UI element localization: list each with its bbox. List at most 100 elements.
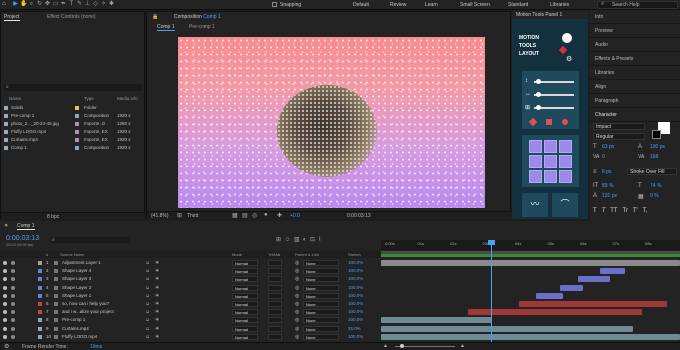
shy-switch-icon[interactable]: ☺ [145, 316, 150, 324]
blend-mode-select[interactable]: Normal [232, 309, 258, 316]
time-ruler[interactable]: 0:00s 01s 02s 03s 04s 05s 06s 07s 08s [381, 240, 680, 250]
collapse-switch-icon[interactable]: ✳ [155, 300, 159, 308]
audio-icon[interactable] [11, 310, 15, 315]
diamond-button[interactable] [528, 117, 538, 127]
stretch-value[interactable]: 100.0% [348, 292, 363, 300]
region-icon[interactable]: ▦ [232, 212, 238, 219]
slider-3-knob[interactable] [536, 105, 541, 110]
project-item[interactable]: Solids Folder [1, 104, 144, 112]
layer-label-swatch[interactable] [38, 326, 42, 331]
collapse-switch-icon[interactable]: ✳ [155, 316, 159, 324]
layer-duration-bar[interactable] [519, 301, 667, 307]
collapse-switch-icon[interactable]: ✳ [155, 259, 159, 267]
collapse-switch-icon[interactable]: ✳ [155, 284, 159, 292]
label-swatch[interactable] [75, 146, 79, 150]
stretch-value[interactable]: 100.0% [348, 259, 363, 267]
collapse-switch-icon[interactable]: ✳ [155, 333, 159, 341]
pan-tool-icon[interactable]: ✥ [44, 1, 51, 8]
parent-select[interactable]: None [303, 268, 339, 275]
layer-row[interactable]: 1 Adjustment Layer 1 ☺ ✳ Normal ◎ None 1… [0, 259, 380, 267]
panel-libraries[interactable]: Libraries [590, 66, 680, 80]
brush-tool-icon[interactable]: ✎ [76, 1, 83, 8]
label-swatch[interactable] [75, 106, 79, 110]
wave-button[interactable]: 〰 [522, 193, 548, 217]
collapse-switch-icon[interactable]: ✳ [155, 325, 159, 333]
zoom-out-icon[interactable]: ▲ [383, 343, 388, 349]
layer-row[interactable]: 6 so, how can i help you? ☺ ✳ Normal ◎ N… [0, 300, 380, 308]
anchor-middle-left[interactable] [529, 155, 542, 168]
layer-label-swatch[interactable] [38, 293, 42, 298]
timeline-timecode[interactable]: 0:00:03:13 [6, 235, 39, 242]
chart-icon[interactable]: ⌇ [318, 237, 321, 243]
visibility-eye-icon[interactable] [3, 326, 7, 331]
anchor-top-center[interactable] [544, 140, 557, 153]
blend-mode-select[interactable]: Normal [232, 325, 258, 332]
layer-name[interactable]: Adjustment Layer 1 [62, 259, 101, 267]
tracking-value[interactable]: 168 [650, 154, 658, 160]
blend-mode-select[interactable]: Normal [232, 317, 258, 324]
vertical-scale-value[interactable]: 89 % [602, 183, 613, 189]
trkmat-select[interactable] [268, 268, 282, 275]
col-number[interactable]: # [46, 251, 48, 258]
superscript-button[interactable]: T' [633, 208, 638, 214]
layer-duration-bar[interactable] [600, 268, 625, 275]
layer-row[interactable]: 9 Curtains.mp4 ☺ ✳ Normal ◎ None 25.0% [0, 325, 380, 333]
parent-select[interactable]: None [303, 333, 339, 340]
collapse-switch-icon[interactable]: ✳ [155, 267, 159, 275]
anchor-center[interactable] [544, 155, 557, 168]
comp-subtab[interactable]: Comp 1 [157, 24, 175, 31]
label-swatch[interactable] [75, 138, 79, 142]
panel-paragraph[interactable]: Paragraph [590, 94, 680, 108]
layer-name[interactable]: Shape Layer 1 [62, 292, 91, 300]
trkmat-select[interactable] [268, 325, 282, 332]
project-item[interactable]: Fluffy LOGO.mp4 Importe..EX 1920 x [1, 128, 144, 136]
stroke-type-select[interactable]: Stroke Over Fill [627, 168, 677, 175]
workspace-standard[interactable]: Standard [508, 2, 528, 8]
layer-row[interactable]: 2 Shape Layer 4 ☺ ✳ Normal ◎ None 100.0% [0, 267, 380, 275]
audio-icon[interactable] [11, 334, 15, 339]
layer-duration-bar[interactable] [468, 309, 642, 316]
layer-duration-bar[interactable] [381, 325, 633, 332]
comp-timecode[interactable]: 0:00:03:13 [347, 213, 371, 219]
subscript-button[interactable]: T, [643, 208, 648, 214]
resolution[interactable]: Third [187, 213, 198, 219]
parent-select[interactable]: None [303, 284, 339, 291]
type-tool-icon[interactable]: T [68, 1, 75, 8]
small-caps-button[interactable]: Tr [623, 208, 628, 214]
panel-preview[interactable]: Preview [590, 24, 680, 38]
audio-icon[interactable] [11, 269, 15, 274]
trkmat-select[interactable] [268, 317, 282, 324]
col-mode[interactable]: Mode [232, 251, 242, 258]
slider-2-knob[interactable] [536, 92, 541, 97]
layer-name[interactable]: Fluffy LOGO.mp4 [62, 333, 97, 341]
col-source-name[interactable]: Source Name [60, 251, 84, 258]
col-type[interactable]: Type [84, 95, 94, 103]
trkmat-select[interactable] [268, 276, 282, 283]
layer-name[interactable]: Shape Layer 4 [62, 267, 91, 275]
collapse-switch-icon[interactable]: ✳ [155, 292, 159, 300]
font-family-select[interactable]: Impact [593, 123, 645, 130]
tab-composition[interactable]: Composition Comp 1 [174, 14, 221, 20]
trkmat-select[interactable] [268, 333, 282, 340]
layer-duration-bar[interactable] [381, 317, 492, 324]
curve-button[interactable]: ⌒ [552, 193, 578, 217]
leading-value[interactable]: 190 px [650, 144, 665, 150]
stretch-value[interactable]: 100.0% [348, 267, 363, 275]
workspace-learn[interactable]: Learn [425, 2, 438, 8]
layer-name[interactable]: Shape Layer 3 [62, 275, 91, 283]
layer-name[interactable]: Shape Layer 2 [62, 284, 91, 292]
selection-tool-icon[interactable]: ▶ [12, 1, 19, 8]
workspace-default[interactable]: Default [353, 2, 369, 8]
workspace-review[interactable]: Review [390, 2, 406, 8]
parent-select[interactable]: None [303, 309, 339, 316]
project-item[interactable]: Curtains.mp4 Importe..EX 1920 x [1, 136, 144, 144]
zoom-level[interactable]: (41.8%) [151, 213, 169, 219]
audio-icon[interactable] [11, 261, 15, 265]
parent-select[interactable]: None [303, 276, 339, 283]
trkmat-select[interactable] [268, 292, 282, 299]
audio-icon[interactable] [11, 326, 15, 331]
layer-row[interactable]: 8 Pre-comp 1 ☺ ✳ Normal ◎ None 100.0% [0, 316, 380, 324]
bit-depth[interactable]: 8 bpc [47, 214, 59, 220]
audio-icon[interactable] [11, 318, 15, 323]
shy-switch-icon[interactable]: ☺ [145, 325, 150, 333]
